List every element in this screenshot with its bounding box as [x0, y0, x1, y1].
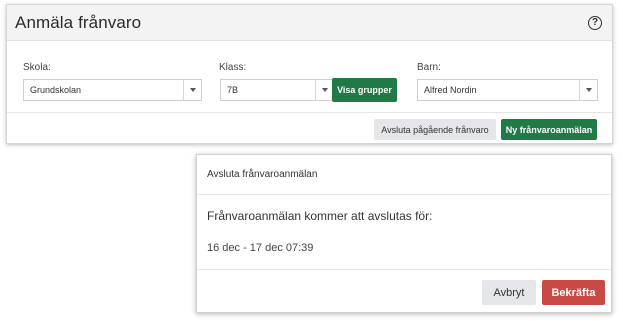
class-label: Klass:	[219, 62, 247, 73]
cancel-button[interactable]: Avbryt	[482, 280, 536, 305]
panel-divider	[7, 112, 612, 113]
child-select-arrow[interactable]	[579, 80, 597, 100]
question-circle-icon[interactable]: ?	[588, 15, 602, 30]
chevron-down-icon	[321, 88, 328, 92]
panel-header: Anmäla frånvaro ?	[7, 5, 612, 41]
modal-title: Avsluta frånvaroanmälan	[207, 169, 318, 180]
modal-header: Avsluta frånvaroanmälan	[197, 155, 611, 195]
new-absence-report-button[interactable]: Ny frånvaroanmälan	[501, 119, 597, 140]
school-select[interactable]: Grundskolan	[23, 79, 202, 101]
absence-period: 16 dec - 17 dec 07:39	[207, 242, 314, 254]
modal-message: Frånvaroanmälan kommer att avslutas för:	[207, 209, 433, 223]
chevron-down-icon	[585, 88, 592, 92]
modal-footer-divider	[197, 269, 611, 270]
question-mark-glyph: ?	[591, 16, 599, 28]
chevron-down-icon	[189, 88, 196, 92]
confirm-button[interactable]: Bekräfta	[542, 280, 605, 305]
show-groups-button[interactable]: Visa grupper	[332, 78, 397, 102]
school-select-value: Grundskolan	[30, 85, 82, 95]
absence-report-panel: Anmäla frånvaro ? Skola: Grundskolan Kla…	[6, 4, 613, 144]
end-ongoing-absence-button[interactable]: Avsluta pågående frånvaro	[374, 119, 496, 140]
child-label: Barn:	[417, 62, 441, 73]
page-title: Anmäla frånvaro	[15, 12, 142, 32]
class-select-value: 7B	[227, 85, 239, 95]
end-absence-modal: Avsluta frånvaroanmälan Frånvaroanmälan …	[196, 154, 612, 313]
class-select[interactable]: 7B	[220, 79, 334, 101]
school-label: Skola:	[23, 62, 51, 73]
child-select-value: Alfred Nordin	[424, 85, 477, 95]
class-select-arrow[interactable]	[315, 80, 333, 100]
school-select-arrow[interactable]	[183, 80, 201, 100]
child-select[interactable]: Alfred Nordin	[417, 79, 598, 101]
